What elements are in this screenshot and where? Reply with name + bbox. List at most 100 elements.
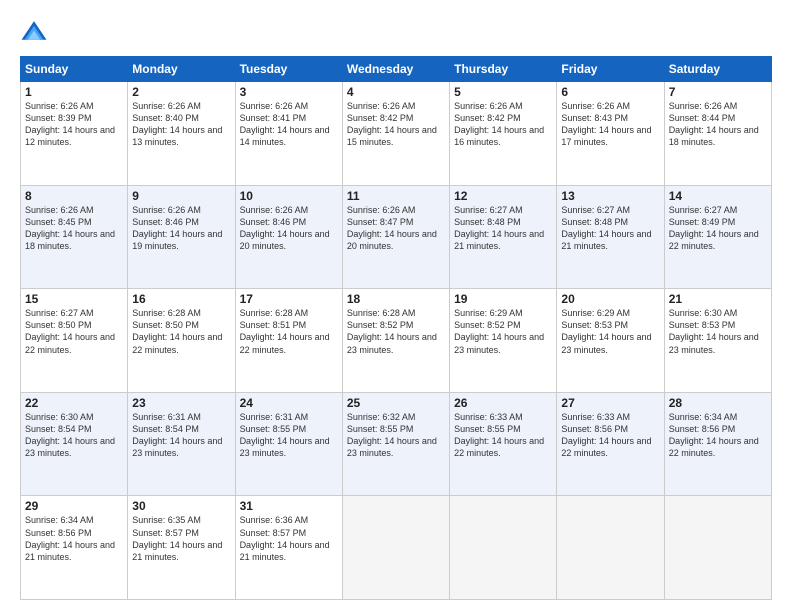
calendar-cell: 14Sunrise: 6:27 AMSunset: 8:49 PMDayligh…	[664, 185, 771, 289]
calendar-cell: 30Sunrise: 6:35 AMSunset: 8:57 PMDayligh…	[128, 496, 235, 600]
calendar-cell: 4Sunrise: 6:26 AMSunset: 8:42 PMDaylight…	[342, 82, 449, 186]
cell-details: Sunrise: 6:28 AMSunset: 8:50 PMDaylight:…	[132, 307, 230, 356]
day-number: 12	[454, 189, 552, 203]
calendar-cell	[664, 496, 771, 600]
day-number: 10	[240, 189, 338, 203]
cell-details: Sunrise: 6:26 AMSunset: 8:45 PMDaylight:…	[25, 204, 123, 253]
calendar-cell: 9Sunrise: 6:26 AMSunset: 8:46 PMDaylight…	[128, 185, 235, 289]
calendar-cell: 24Sunrise: 6:31 AMSunset: 8:55 PMDayligh…	[235, 392, 342, 496]
cell-details: Sunrise: 6:26 AMSunset: 8:47 PMDaylight:…	[347, 204, 445, 253]
calendar-cell: 10Sunrise: 6:26 AMSunset: 8:46 PMDayligh…	[235, 185, 342, 289]
day-number: 16	[132, 292, 230, 306]
cell-details: Sunrise: 6:33 AMSunset: 8:56 PMDaylight:…	[561, 411, 659, 460]
day-number: 9	[132, 189, 230, 203]
cell-details: Sunrise: 6:35 AMSunset: 8:57 PMDaylight:…	[132, 514, 230, 563]
day-number: 21	[669, 292, 767, 306]
logo-icon	[20, 18, 48, 46]
cell-details: Sunrise: 6:27 AMSunset: 8:48 PMDaylight:…	[454, 204, 552, 253]
cell-details: Sunrise: 6:26 AMSunset: 8:40 PMDaylight:…	[132, 100, 230, 149]
col-header-tuesday: Tuesday	[235, 57, 342, 82]
day-number: 26	[454, 396, 552, 410]
cell-details: Sunrise: 6:34 AMSunset: 8:56 PMDaylight:…	[669, 411, 767, 460]
calendar-cell: 18Sunrise: 6:28 AMSunset: 8:52 PMDayligh…	[342, 289, 449, 393]
cell-details: Sunrise: 6:26 AMSunset: 8:46 PMDaylight:…	[240, 204, 338, 253]
cell-details: Sunrise: 6:27 AMSunset: 8:50 PMDaylight:…	[25, 307, 123, 356]
col-header-sunday: Sunday	[21, 57, 128, 82]
cell-details: Sunrise: 6:26 AMSunset: 8:42 PMDaylight:…	[347, 100, 445, 149]
cell-details: Sunrise: 6:28 AMSunset: 8:52 PMDaylight:…	[347, 307, 445, 356]
calendar-week-1: 1Sunrise: 6:26 AMSunset: 8:39 PMDaylight…	[21, 82, 772, 186]
cell-details: Sunrise: 6:29 AMSunset: 8:52 PMDaylight:…	[454, 307, 552, 356]
cell-details: Sunrise: 6:34 AMSunset: 8:56 PMDaylight:…	[25, 514, 123, 563]
calendar-cell	[557, 496, 664, 600]
calendar-cell: 3Sunrise: 6:26 AMSunset: 8:41 PMDaylight…	[235, 82, 342, 186]
day-number: 20	[561, 292, 659, 306]
page: SundayMondayTuesdayWednesdayThursdayFrid…	[0, 0, 792, 612]
cell-details: Sunrise: 6:28 AMSunset: 8:51 PMDaylight:…	[240, 307, 338, 356]
day-number: 24	[240, 396, 338, 410]
logo	[20, 18, 52, 46]
col-header-wednesday: Wednesday	[342, 57, 449, 82]
col-header-monday: Monday	[128, 57, 235, 82]
cell-details: Sunrise: 6:30 AMSunset: 8:54 PMDaylight:…	[25, 411, 123, 460]
day-number: 30	[132, 499, 230, 513]
day-number: 17	[240, 292, 338, 306]
day-number: 29	[25, 499, 123, 513]
cell-details: Sunrise: 6:26 AMSunset: 8:41 PMDaylight:…	[240, 100, 338, 149]
cell-details: Sunrise: 6:29 AMSunset: 8:53 PMDaylight:…	[561, 307, 659, 356]
calendar-week-5: 29Sunrise: 6:34 AMSunset: 8:56 PMDayligh…	[21, 496, 772, 600]
calendar-cell: 23Sunrise: 6:31 AMSunset: 8:54 PMDayligh…	[128, 392, 235, 496]
cell-details: Sunrise: 6:32 AMSunset: 8:55 PMDaylight:…	[347, 411, 445, 460]
cell-details: Sunrise: 6:26 AMSunset: 8:39 PMDaylight:…	[25, 100, 123, 149]
day-number: 2	[132, 85, 230, 99]
day-number: 3	[240, 85, 338, 99]
calendar-cell: 16Sunrise: 6:28 AMSunset: 8:50 PMDayligh…	[128, 289, 235, 393]
day-number: 15	[25, 292, 123, 306]
day-number: 22	[25, 396, 123, 410]
day-number: 31	[240, 499, 338, 513]
calendar-cell	[450, 496, 557, 600]
calendar-cell: 15Sunrise: 6:27 AMSunset: 8:50 PMDayligh…	[21, 289, 128, 393]
day-number: 7	[669, 85, 767, 99]
day-number: 8	[25, 189, 123, 203]
calendar-cell: 13Sunrise: 6:27 AMSunset: 8:48 PMDayligh…	[557, 185, 664, 289]
calendar-cell: 19Sunrise: 6:29 AMSunset: 8:52 PMDayligh…	[450, 289, 557, 393]
day-number: 23	[132, 396, 230, 410]
cell-details: Sunrise: 6:30 AMSunset: 8:53 PMDaylight:…	[669, 307, 767, 356]
day-number: 6	[561, 85, 659, 99]
day-number: 28	[669, 396, 767, 410]
day-number: 19	[454, 292, 552, 306]
day-number: 5	[454, 85, 552, 99]
calendar-cell: 27Sunrise: 6:33 AMSunset: 8:56 PMDayligh…	[557, 392, 664, 496]
calendar-cell: 8Sunrise: 6:26 AMSunset: 8:45 PMDaylight…	[21, 185, 128, 289]
calendar-cell: 6Sunrise: 6:26 AMSunset: 8:43 PMDaylight…	[557, 82, 664, 186]
cell-details: Sunrise: 6:26 AMSunset: 8:43 PMDaylight:…	[561, 100, 659, 149]
cell-details: Sunrise: 6:27 AMSunset: 8:49 PMDaylight:…	[669, 204, 767, 253]
col-header-saturday: Saturday	[664, 57, 771, 82]
col-header-friday: Friday	[557, 57, 664, 82]
calendar-table: SundayMondayTuesdayWednesdayThursdayFrid…	[20, 56, 772, 600]
cell-details: Sunrise: 6:31 AMSunset: 8:55 PMDaylight:…	[240, 411, 338, 460]
calendar-cell: 20Sunrise: 6:29 AMSunset: 8:53 PMDayligh…	[557, 289, 664, 393]
cell-details: Sunrise: 6:26 AMSunset: 8:44 PMDaylight:…	[669, 100, 767, 149]
calendar-cell: 17Sunrise: 6:28 AMSunset: 8:51 PMDayligh…	[235, 289, 342, 393]
cell-details: Sunrise: 6:27 AMSunset: 8:48 PMDaylight:…	[561, 204, 659, 253]
cell-details: Sunrise: 6:33 AMSunset: 8:55 PMDaylight:…	[454, 411, 552, 460]
calendar-week-3: 15Sunrise: 6:27 AMSunset: 8:50 PMDayligh…	[21, 289, 772, 393]
calendar-cell: 12Sunrise: 6:27 AMSunset: 8:48 PMDayligh…	[450, 185, 557, 289]
day-number: 14	[669, 189, 767, 203]
calendar-cell: 31Sunrise: 6:36 AMSunset: 8:57 PMDayligh…	[235, 496, 342, 600]
calendar-cell: 2Sunrise: 6:26 AMSunset: 8:40 PMDaylight…	[128, 82, 235, 186]
calendar-cell: 5Sunrise: 6:26 AMSunset: 8:42 PMDaylight…	[450, 82, 557, 186]
calendar-cell: 11Sunrise: 6:26 AMSunset: 8:47 PMDayligh…	[342, 185, 449, 289]
day-number: 13	[561, 189, 659, 203]
day-number: 27	[561, 396, 659, 410]
calendar-week-2: 8Sunrise: 6:26 AMSunset: 8:45 PMDaylight…	[21, 185, 772, 289]
day-number: 11	[347, 189, 445, 203]
calendar-cell: 21Sunrise: 6:30 AMSunset: 8:53 PMDayligh…	[664, 289, 771, 393]
calendar-cell: 28Sunrise: 6:34 AMSunset: 8:56 PMDayligh…	[664, 392, 771, 496]
calendar-cell: 29Sunrise: 6:34 AMSunset: 8:56 PMDayligh…	[21, 496, 128, 600]
calendar-cell: 1Sunrise: 6:26 AMSunset: 8:39 PMDaylight…	[21, 82, 128, 186]
day-number: 25	[347, 396, 445, 410]
cell-details: Sunrise: 6:36 AMSunset: 8:57 PMDaylight:…	[240, 514, 338, 563]
